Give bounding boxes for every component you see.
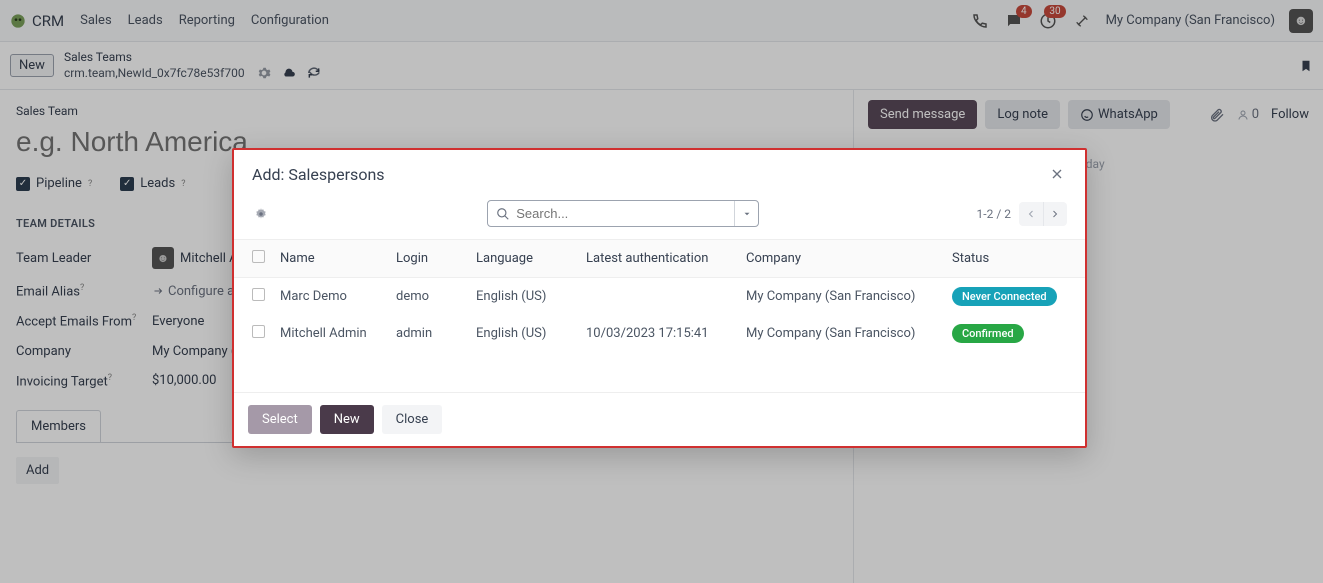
cell-status: Never Connected	[952, 287, 1067, 306]
cell-name: Mitchell Admin	[280, 326, 396, 341]
cell-name: Marc Demo	[280, 289, 396, 304]
cell-company: My Company (San Francisco)	[746, 289, 952, 304]
col-status[interactable]: Status	[952, 251, 1067, 266]
table-header: Name Login Language Latest authenticatio…	[234, 239, 1085, 278]
col-name[interactable]: Name	[280, 251, 396, 266]
cell-status: Confirmed	[952, 324, 1067, 343]
salespersons-table: Name Login Language Latest authenticatio…	[234, 239, 1085, 352]
col-language[interactable]: Language	[476, 251, 586, 266]
row-checkbox[interactable]	[252, 288, 265, 301]
cell-login: demo	[396, 289, 476, 304]
cell-company: My Company (San Francisco)	[746, 326, 952, 341]
cell-language: English (US)	[476, 289, 586, 304]
select-button[interactable]: Select	[248, 405, 312, 434]
cell-language: English (US)	[476, 326, 586, 341]
status-badge: Confirmed	[952, 324, 1024, 343]
chevron-left-icon	[1025, 208, 1037, 220]
pager-prev[interactable]	[1019, 202, 1043, 226]
close-button[interactable]: Close	[382, 405, 443, 434]
cell-login: admin	[396, 326, 476, 341]
chevron-right-icon	[1049, 208, 1061, 220]
search-input[interactable]	[516, 206, 726, 221]
search-field[interactable]	[487, 200, 759, 227]
table-row[interactable]: Marc DemodemoEnglish (US) My Company (San…	[234, 278, 1085, 315]
new-record-button[interactable]: New	[320, 405, 374, 434]
status-badge: Never Connected	[952, 287, 1057, 306]
col-login[interactable]: Login	[396, 251, 476, 266]
caret-down-icon	[742, 209, 752, 219]
pager-next[interactable]	[1043, 202, 1067, 226]
select-all-checkbox[interactable]	[252, 250, 265, 263]
search-icon	[496, 207, 510, 221]
table-row[interactable]: Mitchell AdminadminEnglish (US)10/03/202…	[234, 315, 1085, 352]
gear-icon[interactable]	[252, 205, 270, 223]
col-company[interactable]: Company	[746, 251, 952, 266]
pager-text[interactable]: 1-2 / 2	[977, 207, 1011, 221]
col-auth[interactable]: Latest authentication	[586, 251, 746, 266]
row-checkbox[interactable]	[252, 325, 265, 338]
cell-auth: 10/03/2023 17:15:41	[586, 326, 746, 341]
add-salespersons-modal: Add: Salespersons 1-2 / 2	[232, 148, 1087, 448]
close-icon[interactable]	[1047, 164, 1067, 184]
search-dropdown-toggle[interactable]	[734, 201, 758, 226]
modal-title: Add: Salespersons	[252, 165, 385, 184]
